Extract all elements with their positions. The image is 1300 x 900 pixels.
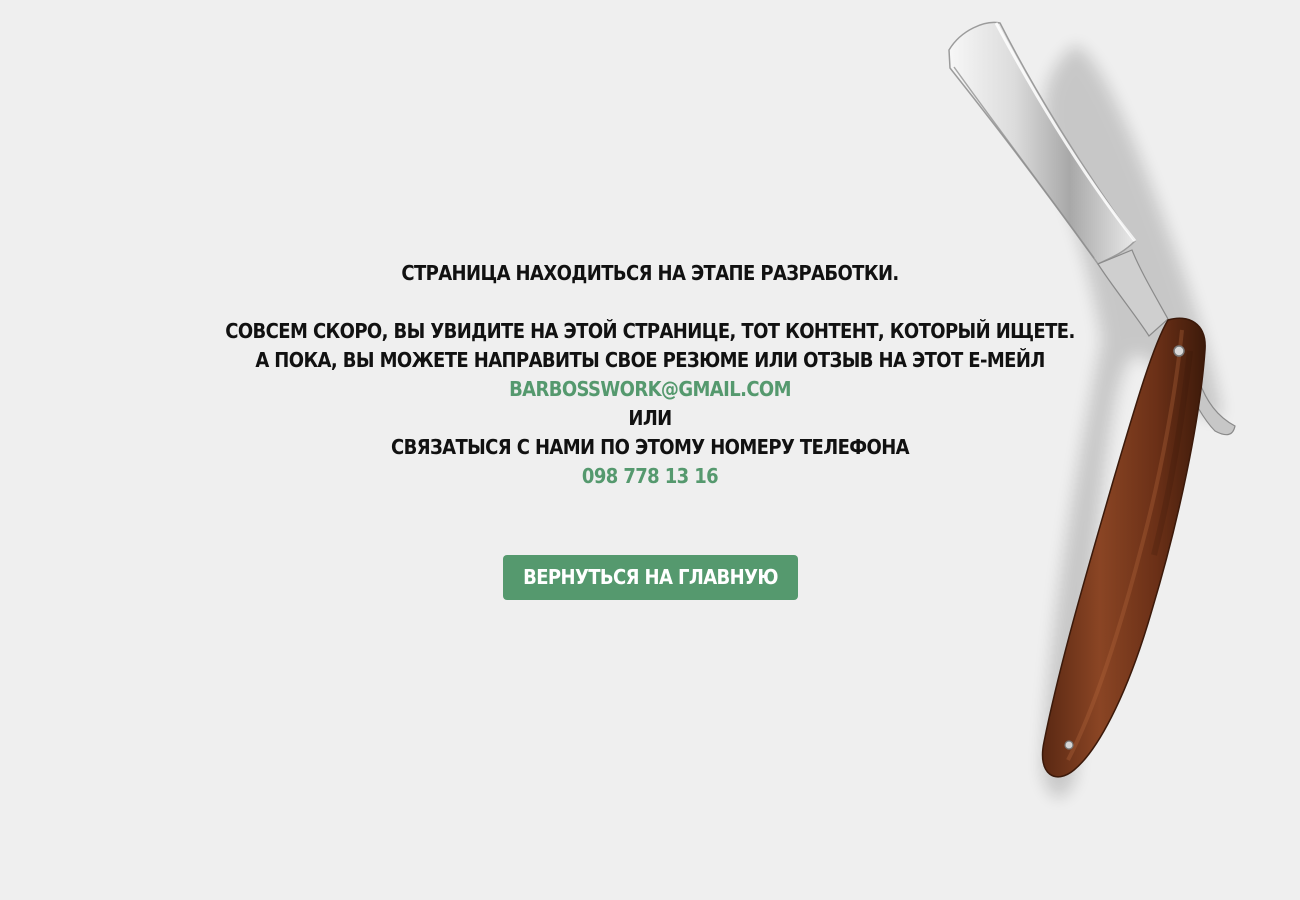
coming-soon-text: СОВСЕМ СКОРО, ВЫ УВИДИТЕ НА ЭТОЙ СТРАНИЦ… <box>225 319 1075 343</box>
under-construction-page: СТРАНИЦА НАХОДИТЬСЯ НА ЭТАПЕ РАЗРАБОТКИ.… <box>0 0 1300 900</box>
phone-link[interactable]: 098 778 13 16 <box>0 462 1300 491</box>
status-heading: СТРАНИЦА НАХОДИТЬСЯ НА ЭТАПЕ РАЗРАБОТКИ. <box>401 261 899 285</box>
message-block: СТРАНИЦА НАХОДИТЬСЯ НА ЭТАПЕ РАЗРАБОТКИ.… <box>0 259 1300 491</box>
contact-phone-prompt: СВЯЗАТЫСЯ С НАМИ ПО ЭТОМУ НОМЕРУ ТЕЛЕФОН… <box>390 435 910 459</box>
back-to-home-button[interactable]: ВЕРНУТЬСЯ НА ГЛАВНУЮ <box>503 555 798 600</box>
home-button-wrapper: ВЕРНУТЬСЯ НА ГЛАВНУЮ <box>503 555 798 600</box>
or-separator: ИЛИ <box>628 406 672 430</box>
contact-email-prompt: А ПОКА, ВЫ МОЖЕТЕ НАПРАВИТЫ СВОЕ РЕЗЮМЕ … <box>255 348 1045 372</box>
message-spacer <box>0 288 1300 317</box>
email-link[interactable]: BARBOSSWORK@GMAIL.COM <box>0 375 1300 404</box>
